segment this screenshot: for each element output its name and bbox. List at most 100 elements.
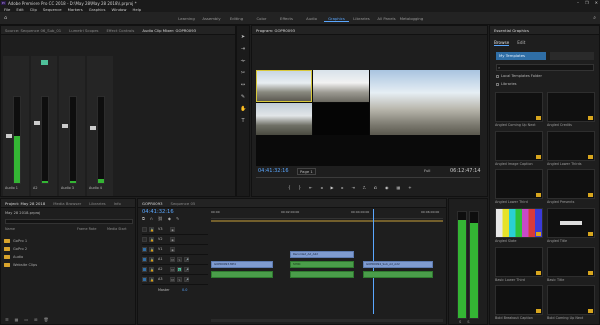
fader-handle[interactable] — [62, 124, 68, 128]
work-area-bar[interactable] — [211, 220, 443, 222]
project-item[interactable]: Website Clips — [4, 261, 132, 269]
track-lock-icon[interactable]: 🔒 — [149, 227, 154, 232]
timeline-timecode[interactable]: 04:41:32:16 — [142, 209, 174, 215]
snap-icon[interactable]: ∩ — [150, 216, 153, 221]
pen-tool-icon[interactable]: ✎ — [240, 94, 246, 100]
fader-handle[interactable] — [34, 121, 40, 125]
tab-audio-clip-mixer[interactable]: Audio Clip Mixer: GOPR0093 — [142, 28, 196, 33]
search-icon[interactable]: ⌕ — [593, 15, 596, 21]
lift-icon[interactable]: ⎍ — [363, 185, 366, 190]
razor-tool-icon[interactable]: ✂ — [240, 70, 246, 76]
type-tool-icon[interactable]: T — [240, 118, 246, 124]
camera-angle-2[interactable] — [313, 70, 369, 102]
tab-info[interactable]: Info — [114, 201, 121, 206]
template-item[interactable]: Bold Breakout Caption — [495, 285, 543, 322]
template-item[interactable]: Angled Lower Thirds — [547, 130, 595, 168]
template-item[interactable]: Bold Coming Up Next — [547, 285, 595, 322]
menu-edit[interactable]: Edit — [16, 7, 23, 12]
workspace-tab-editing[interactable]: Editing — [224, 16, 249, 22]
source-patch-button[interactable] — [142, 267, 147, 272]
tab-browse[interactable]: Browse — [494, 40, 510, 46]
project-item[interactable]: GoPro 1 — [4, 237, 132, 245]
template-item[interactable]: Angled Title — [547, 207, 595, 245]
playhead-scrubber[interactable] — [256, 177, 480, 178]
timeline-clip-audio[interactable] — [363, 271, 433, 278]
track-lock-icon[interactable]: 🔒 — [149, 267, 154, 272]
extract-icon[interactable]: ⎌ — [374, 185, 377, 190]
solo-button[interactable] — [41, 60, 48, 65]
play-icon[interactable]: ▶ — [330, 185, 333, 190]
source-patch-button[interactable] — [142, 227, 147, 232]
toggle-output-icon[interactable]: ◉ — [170, 237, 175, 242]
mute-button[interactable]: M — [170, 267, 175, 272]
icon-view-icon[interactable]: ▦ — [15, 317, 19, 322]
workspace-tab-assembly[interactable]: Assembly — [199, 16, 224, 22]
workspace-tab-graphics[interactable]: Graphics — [324, 16, 349, 22]
export-frame-icon[interactable]: ◉ — [385, 185, 389, 190]
solo-right-button[interactable]: S — [467, 320, 469, 324]
menu-file[interactable]: File — [4, 7, 10, 12]
tab-project[interactable]: Project: May 28 2018 — [5, 201, 45, 206]
tab-libraries[interactable]: Libraries — [89, 201, 105, 206]
solo-left-button[interactable]: S — [459, 320, 461, 324]
workspace-tab-effects[interactable]: Effects — [274, 16, 299, 22]
maximize-button[interactable]: ❐ — [585, 0, 589, 5]
menu-markers[interactable]: Markers — [68, 7, 83, 12]
menu-window[interactable]: Window — [112, 7, 127, 12]
minimize-button[interactable]: – — [577, 0, 579, 5]
workspace-tab-color[interactable]: Color — [249, 16, 274, 22]
template-item[interactable]: Angled Presents — [547, 169, 595, 206]
camera-angle-4[interactable] — [313, 103, 369, 135]
camera-angle-1[interactable] — [256, 70, 312, 102]
column-media-start[interactable]: Media Start — [107, 227, 127, 231]
column-frame-rate[interactable]: Frame Rate — [77, 227, 107, 231]
mute-button[interactable]: M — [170, 277, 175, 282]
step-back-icon[interactable]: ◂ — [320, 185, 322, 190]
timeline-settings-icon[interactable]: ✎ — [176, 216, 179, 221]
camera-angle-3[interactable] — [256, 103, 312, 135]
voice-over-icon[interactable]: 🎤 — [184, 277, 189, 282]
search-input[interactable]: ⌕ — [496, 64, 594, 71]
tab-source[interactable]: Source: Sequence 06_Sub_01 — [5, 28, 61, 33]
close-button[interactable]: ✕ — [595, 0, 598, 5]
new-bin-icon[interactable]: ▭ — [24, 317, 28, 322]
program-output[interactable] — [370, 70, 480, 135]
new-item-icon[interactable]: ⊞ — [34, 317, 37, 322]
selection-tool-icon[interactable]: ➤ — [240, 34, 246, 40]
source-patch-button[interactable] — [142, 277, 147, 282]
tab-media-browser[interactable]: Media Browser — [53, 201, 81, 206]
ripple-edit-tool-icon[interactable]: ⟛ — [240, 58, 246, 64]
solo-button[interactable]: S — [177, 277, 182, 282]
add-button-icon[interactable]: + — [408, 185, 411, 190]
quality-dropdown[interactable]: Full — [424, 168, 431, 173]
secondary-dropdown[interactable] — [550, 52, 594, 60]
source-patch-button[interactable] — [142, 237, 147, 242]
timeline-clip-audio[interactable] — [211, 271, 273, 278]
timeline-horizontal-scrollbar[interactable] — [211, 319, 443, 322]
slip-tool-icon[interactable]: ↔ — [240, 82, 246, 88]
page-dropdown[interactable]: Page 1 — [297, 168, 316, 175]
workspace-tab-audio[interactable]: Audio — [299, 16, 324, 22]
timeline-clip-audio[interactable] — [290, 271, 354, 278]
mute-button[interactable]: M — [170, 257, 175, 262]
master-volume-value[interactable]: 0.0 — [182, 288, 187, 292]
column-name[interactable]: Name — [5, 227, 77, 231]
template-item[interactable]: Angled Lower Third — [495, 169, 543, 206]
source-dropdown[interactable]: My Templates — [496, 52, 546, 60]
toggle-output-icon[interactable]: ◉ — [170, 247, 175, 252]
trash-icon[interactable]: 🗑 — [44, 317, 49, 322]
track-lock-icon[interactable]: 🔒 — [149, 277, 154, 282]
workspace-tab-metalogging[interactable]: Metalogging — [399, 16, 424, 22]
project-search-input[interactable] — [5, 219, 133, 224]
tab-effect-controls[interactable]: Effect Controls — [107, 28, 135, 33]
tab-sequence-05[interactable]: Sequence 05 — [171, 201, 196, 206]
program-timecode-left[interactable]: 04:41:32:16 — [258, 168, 289, 174]
source-patch-button[interactable] — [142, 257, 147, 262]
menu-sequence[interactable]: Sequence — [43, 7, 62, 12]
voice-over-icon[interactable]: 🎤 — [184, 267, 189, 272]
template-item[interactable]: Basic Lower Third — [495, 246, 543, 284]
workspace-tab-libraries[interactable]: Libraries — [349, 16, 374, 22]
voice-over-icon[interactable]: 🎤 — [184, 257, 189, 262]
tab-sequence-gopr0093[interactable]: GOPR0093 — [142, 201, 163, 206]
track-select-tool-icon[interactable]: ⇥ — [240, 46, 246, 52]
